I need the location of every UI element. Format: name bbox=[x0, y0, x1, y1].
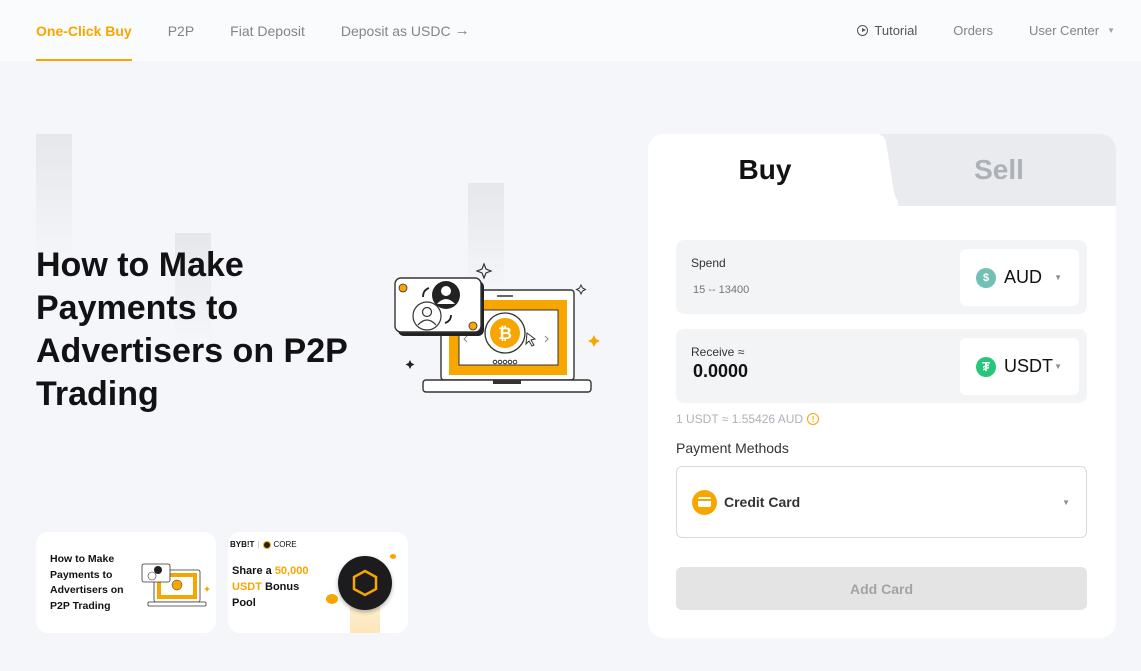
small-coin-icon bbox=[326, 594, 338, 604]
credit-card-icon bbox=[692, 489, 717, 515]
p2p-payment-thumbnail bbox=[141, 563, 210, 607]
nav-right: Tutorial Orders User Center ▼ bbox=[857, 0, 1115, 61]
tab-fiat-deposit[interactable]: Fiat Deposit bbox=[230, 0, 305, 61]
promo-text: Share a bbox=[232, 565, 275, 577]
trade-panel: Buy Sell Spend $ AUD ▼ Receive ≈ ₮ USDT … bbox=[648, 134, 1116, 638]
receive-amount-input[interactable] bbox=[693, 361, 943, 382]
exchange-rate-text: 1 USDT ≈ 1.55426 AUD bbox=[676, 412, 804, 426]
promo-highlight: 50,000 bbox=[274, 565, 309, 577]
chevron-down-icon: ▼ bbox=[1054, 273, 1062, 282]
promo-text: Pool bbox=[232, 597, 256, 609]
tab-label: Fiat Deposit bbox=[230, 22, 305, 39]
receive-label: Receive ≈ bbox=[691, 345, 745, 359]
nav-tabs: One-Click Buy P2P Fiat Deposit Deposit a… bbox=[36, 0, 470, 61]
chevron-down-icon: ▼ bbox=[1054, 362, 1062, 371]
tab-label: P2P bbox=[167, 22, 195, 39]
tutorial-label: Tutorial bbox=[874, 23, 918, 38]
receive-currency-select[interactable]: ₮ USDT ▼ bbox=[960, 338, 1079, 395]
sparkle-icon bbox=[588, 335, 600, 347]
usdt-currency-icon: ₮ bbox=[976, 356, 996, 377]
hexagon-icon bbox=[352, 569, 378, 597]
small-coin-icon bbox=[390, 554, 396, 559]
info-icon[interactable]: ! bbox=[807, 413, 820, 425]
aud-currency-icon: $ bbox=[976, 267, 996, 288]
hero-title: How to Make Payments to Advertisers on P… bbox=[36, 246, 348, 413]
user-center-menu[interactable]: User Center ▼ bbox=[1029, 23, 1115, 38]
tab-label: Deposit as USDC bbox=[340, 22, 451, 39]
promo-text: Bonus bbox=[261, 581, 300, 593]
promo-highlight: USDT bbox=[232, 581, 262, 593]
promo-card-p2p-payments[interactable]: How to Make Payments to Advertisers on P… bbox=[36, 532, 216, 633]
play-circle-icon bbox=[857, 25, 869, 36]
chevron-down-icon: ▼ bbox=[1107, 26, 1115, 35]
sparkle-icon bbox=[575, 283, 587, 296]
promo-title: Share a 50,000 USDT Bonus Pool bbox=[232, 563, 308, 611]
spend-field: Spend $ AUD ▼ bbox=[676, 240, 1087, 314]
bybit-logo: BYB!T bbox=[230, 540, 255, 549]
tab-deposit-usdc[interactable]: Deposit as USDC → bbox=[341, 0, 470, 61]
p2p-payment-illustration: ₿ bbox=[394, 262, 600, 393]
tab-one-click-buy[interactable]: One-Click Buy bbox=[36, 0, 132, 61]
promo-brand: BYB!T | CORE bbox=[230, 540, 297, 549]
spend-currency-code: AUD bbox=[1004, 267, 1043, 287]
tab-sell[interactable]: Sell bbox=[882, 134, 1116, 206]
orders-label: Orders bbox=[953, 23, 993, 38]
payment-method-value: Credit Card bbox=[724, 494, 801, 510]
sparkle-icon bbox=[475, 262, 493, 280]
user-center-label: User Center bbox=[1029, 23, 1100, 38]
brand-separator: | bbox=[257, 540, 260, 549]
tab-p2p[interactable]: P2P bbox=[168, 0, 194, 61]
receive-field: Receive ≈ ₮ USDT ▼ bbox=[676, 329, 1087, 403]
receive-currency-code: USDT bbox=[1004, 356, 1053, 376]
buy-sell-tabs: Buy Sell bbox=[648, 134, 1116, 206]
top-nav: One-Click Buy P2P Fiat Deposit Deposit a… bbox=[0, 0, 1141, 61]
payment-method-select[interactable]: Credit Card ▼ bbox=[676, 466, 1087, 538]
tab-label: One-Click Buy bbox=[36, 22, 132, 39]
sparkle-icon bbox=[405, 360, 415, 369]
spend-amount-input[interactable] bbox=[693, 284, 943, 296]
promo-title: How to Make Payments to Advertisers on P… bbox=[50, 553, 124, 612]
svg-text:₿: ₿ bbox=[498, 324, 512, 343]
core-logo-icon bbox=[262, 540, 271, 549]
add-card-button[interactable]: Add Card bbox=[676, 567, 1087, 610]
core-logo-text: CORE bbox=[273, 540, 297, 549]
tab-buy[interactable]: Buy bbox=[648, 134, 882, 206]
payment-methods-label: Payment Methods bbox=[676, 440, 789, 456]
chevron-down-icon: ▼ bbox=[1062, 497, 1070, 507]
tutorial-link[interactable]: Tutorial bbox=[857, 23, 917, 38]
promo-card-bonus-pool[interactable]: BYB!T | CORE Share a 50,000 USDT Bonus P… bbox=[228, 532, 408, 633]
orders-link[interactable]: Orders bbox=[953, 23, 993, 38]
arrow-right-icon: → bbox=[454, 22, 470, 39]
exchange-rate: 1 USDT ≈ 1.55426 AUD ! bbox=[676, 412, 820, 426]
spend-currency-select[interactable]: $ AUD ▼ bbox=[960, 249, 1079, 306]
spend-label: Spend bbox=[691, 256, 726, 270]
